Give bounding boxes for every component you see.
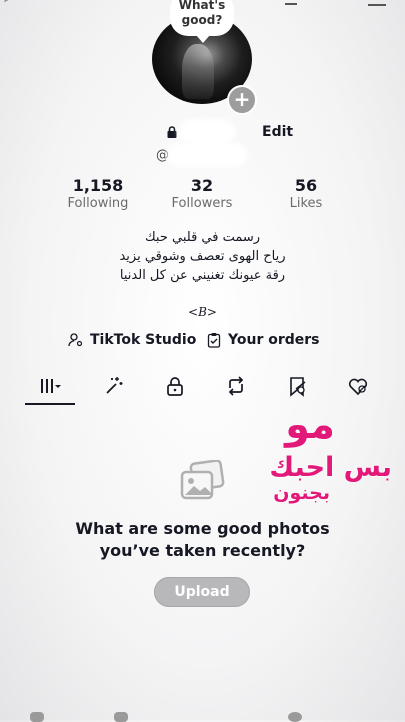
active-tab-indicator [25,403,75,405]
repost-icon [228,376,244,396]
grid-menu-icon [41,379,61,393]
liked-hidden-icon [348,378,368,396]
clipboard-check-icon [207,333,221,348]
stat-followers-label: Followers [171,196,233,211]
username-redacted [182,122,232,142]
private-lock-icon [167,126,177,138]
profile-tabs [0,368,405,404]
stat-likes[interactable]: 56 Likes [256,176,356,211]
tab-favorites[interactable] [272,368,322,404]
status-bar-fragment-left: ᵖ [4,0,10,9]
status-bar-fragment-icon [285,0,297,5]
bottom-nav-fragment [288,712,302,722]
bio-line: رياح الهوى تعصف وشوقي يزيد [119,249,286,264]
tab-liked[interactable] [333,368,383,404]
stat-followers-value: 32 [190,176,214,195]
sparkle-wand-icon [106,377,123,394]
stat-followers[interactable]: 32 Followers [152,176,252,211]
add-photo-button[interactable]: + [227,85,257,115]
menu-icon[interactable] [368,0,386,6]
lock-icon [167,377,183,396]
person-settings-icon [68,333,83,347]
photos-icon [180,460,225,500]
empty-state-title: What are some good photos you’ve taken r… [0,518,405,562]
bio: رسمت في قلبي حبك رياح الهوى تعصف وشوقي ي… [0,228,405,285]
bottom-nav-fragment [114,712,128,722]
bio-tag: <B> [188,305,217,319]
your-orders-label: Your orders [228,332,320,348]
handle-prefix: @ [156,148,169,163]
tab-reposts[interactable] [211,368,261,404]
tab-private[interactable] [150,368,200,404]
sticker-line-3: بجنون [273,482,330,504]
sticker-line-1: مو [285,402,335,448]
sticker-line-2: بس احبك [269,452,392,483]
handle-redacted [170,146,244,164]
empty-state-title-line: What are some good photos [75,519,330,538]
your-orders-link[interactable]: Your orders [206,332,320,348]
bookmark-hidden-icon [290,377,306,397]
tab-posts[interactable] [25,368,75,404]
stat-following[interactable]: 1,158 Following [48,176,148,211]
stat-likes-label: Likes [289,196,323,211]
bio-line: رقة عيونك تغنيني عن كل الدنيا [119,268,286,283]
upload-button[interactable]: Upload [154,577,250,607]
bio-line: رسمت في قلبي حبك [144,230,261,245]
stat-following-label: Following [67,196,129,211]
tiktok-studio-link[interactable]: TikTok Studio [68,332,196,348]
stat-following-value: 1,158 [72,176,124,195]
stat-likes-value: 56 [294,176,318,195]
empty-state-title-line: you’ve taken recently? [99,541,306,560]
edit-profile-button[interactable]: Edit [262,124,293,140]
status-bubble[interactable]: What's good? [170,0,234,43]
tiktok-studio-label: TikTok Studio [90,332,197,348]
bottom-nav-fragment [30,712,44,722]
tab-effects[interactable] [89,368,139,404]
status-bubble-text: What's good? [178,0,226,27]
